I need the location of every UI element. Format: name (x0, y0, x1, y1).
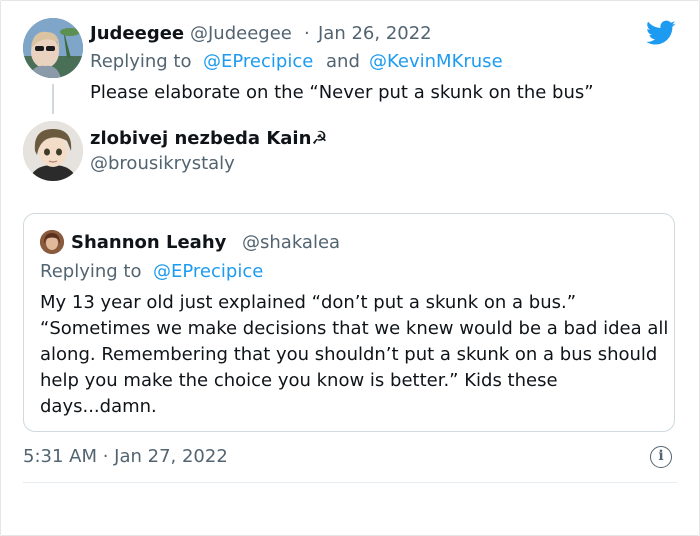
main-handle[interactable]: @brousikrystaly (90, 152, 235, 176)
avatar-anime-character (23, 121, 83, 181)
reply-replying-to-label: Replying to (90, 51, 192, 72)
reply-date-separator: · (304, 23, 310, 44)
avatar-brousikrystaly[interactable] (23, 121, 83, 181)
reply-mention-eprecipice[interactable]: @EPrecipice (203, 50, 313, 74)
main-timestamp[interactable]: 5:31 AM · Jan 27, 2022 (23, 445, 228, 469)
avatar-photo-judeegee (23, 18, 83, 78)
avatar-photo-shakalea (40, 230, 64, 254)
quoted-replying-to-label: Replying to (40, 261, 142, 282)
twitter-bird-icon[interactable] (646, 20, 676, 46)
reply-and-label: and (326, 51, 360, 72)
divider (23, 482, 677, 483)
main-display-name[interactable]: zlobivej nezbeda Kain☭ (90, 127, 328, 151)
quoted-tweet-text: My 13 year old just explained “don’t put… (40, 292, 669, 417)
avatar-judeegee[interactable] (23, 18, 83, 78)
quoted-display-name[interactable]: Shannon Leahy (71, 231, 226, 255)
info-icon[interactable]: i (650, 446, 672, 468)
reply-mention-kevinmkruse[interactable]: @KevinMKruse (369, 50, 503, 74)
reply-tweet-text: Please elaborate on the “Never put a sku… (90, 82, 594, 103)
thread-connector-line (52, 84, 54, 114)
quoted-mention-eprecipice[interactable]: @EPrecipice (153, 260, 263, 284)
reply-date[interactable]: Jan 26, 2022 (318, 22, 432, 46)
quoted-handle[interactable]: @shakalea (242, 231, 340, 255)
reply-handle[interactable]: @Judeegee (190, 22, 292, 46)
avatar-shakalea[interactable] (40, 230, 64, 254)
reply-display-name[interactable]: Judeegee (90, 22, 184, 46)
